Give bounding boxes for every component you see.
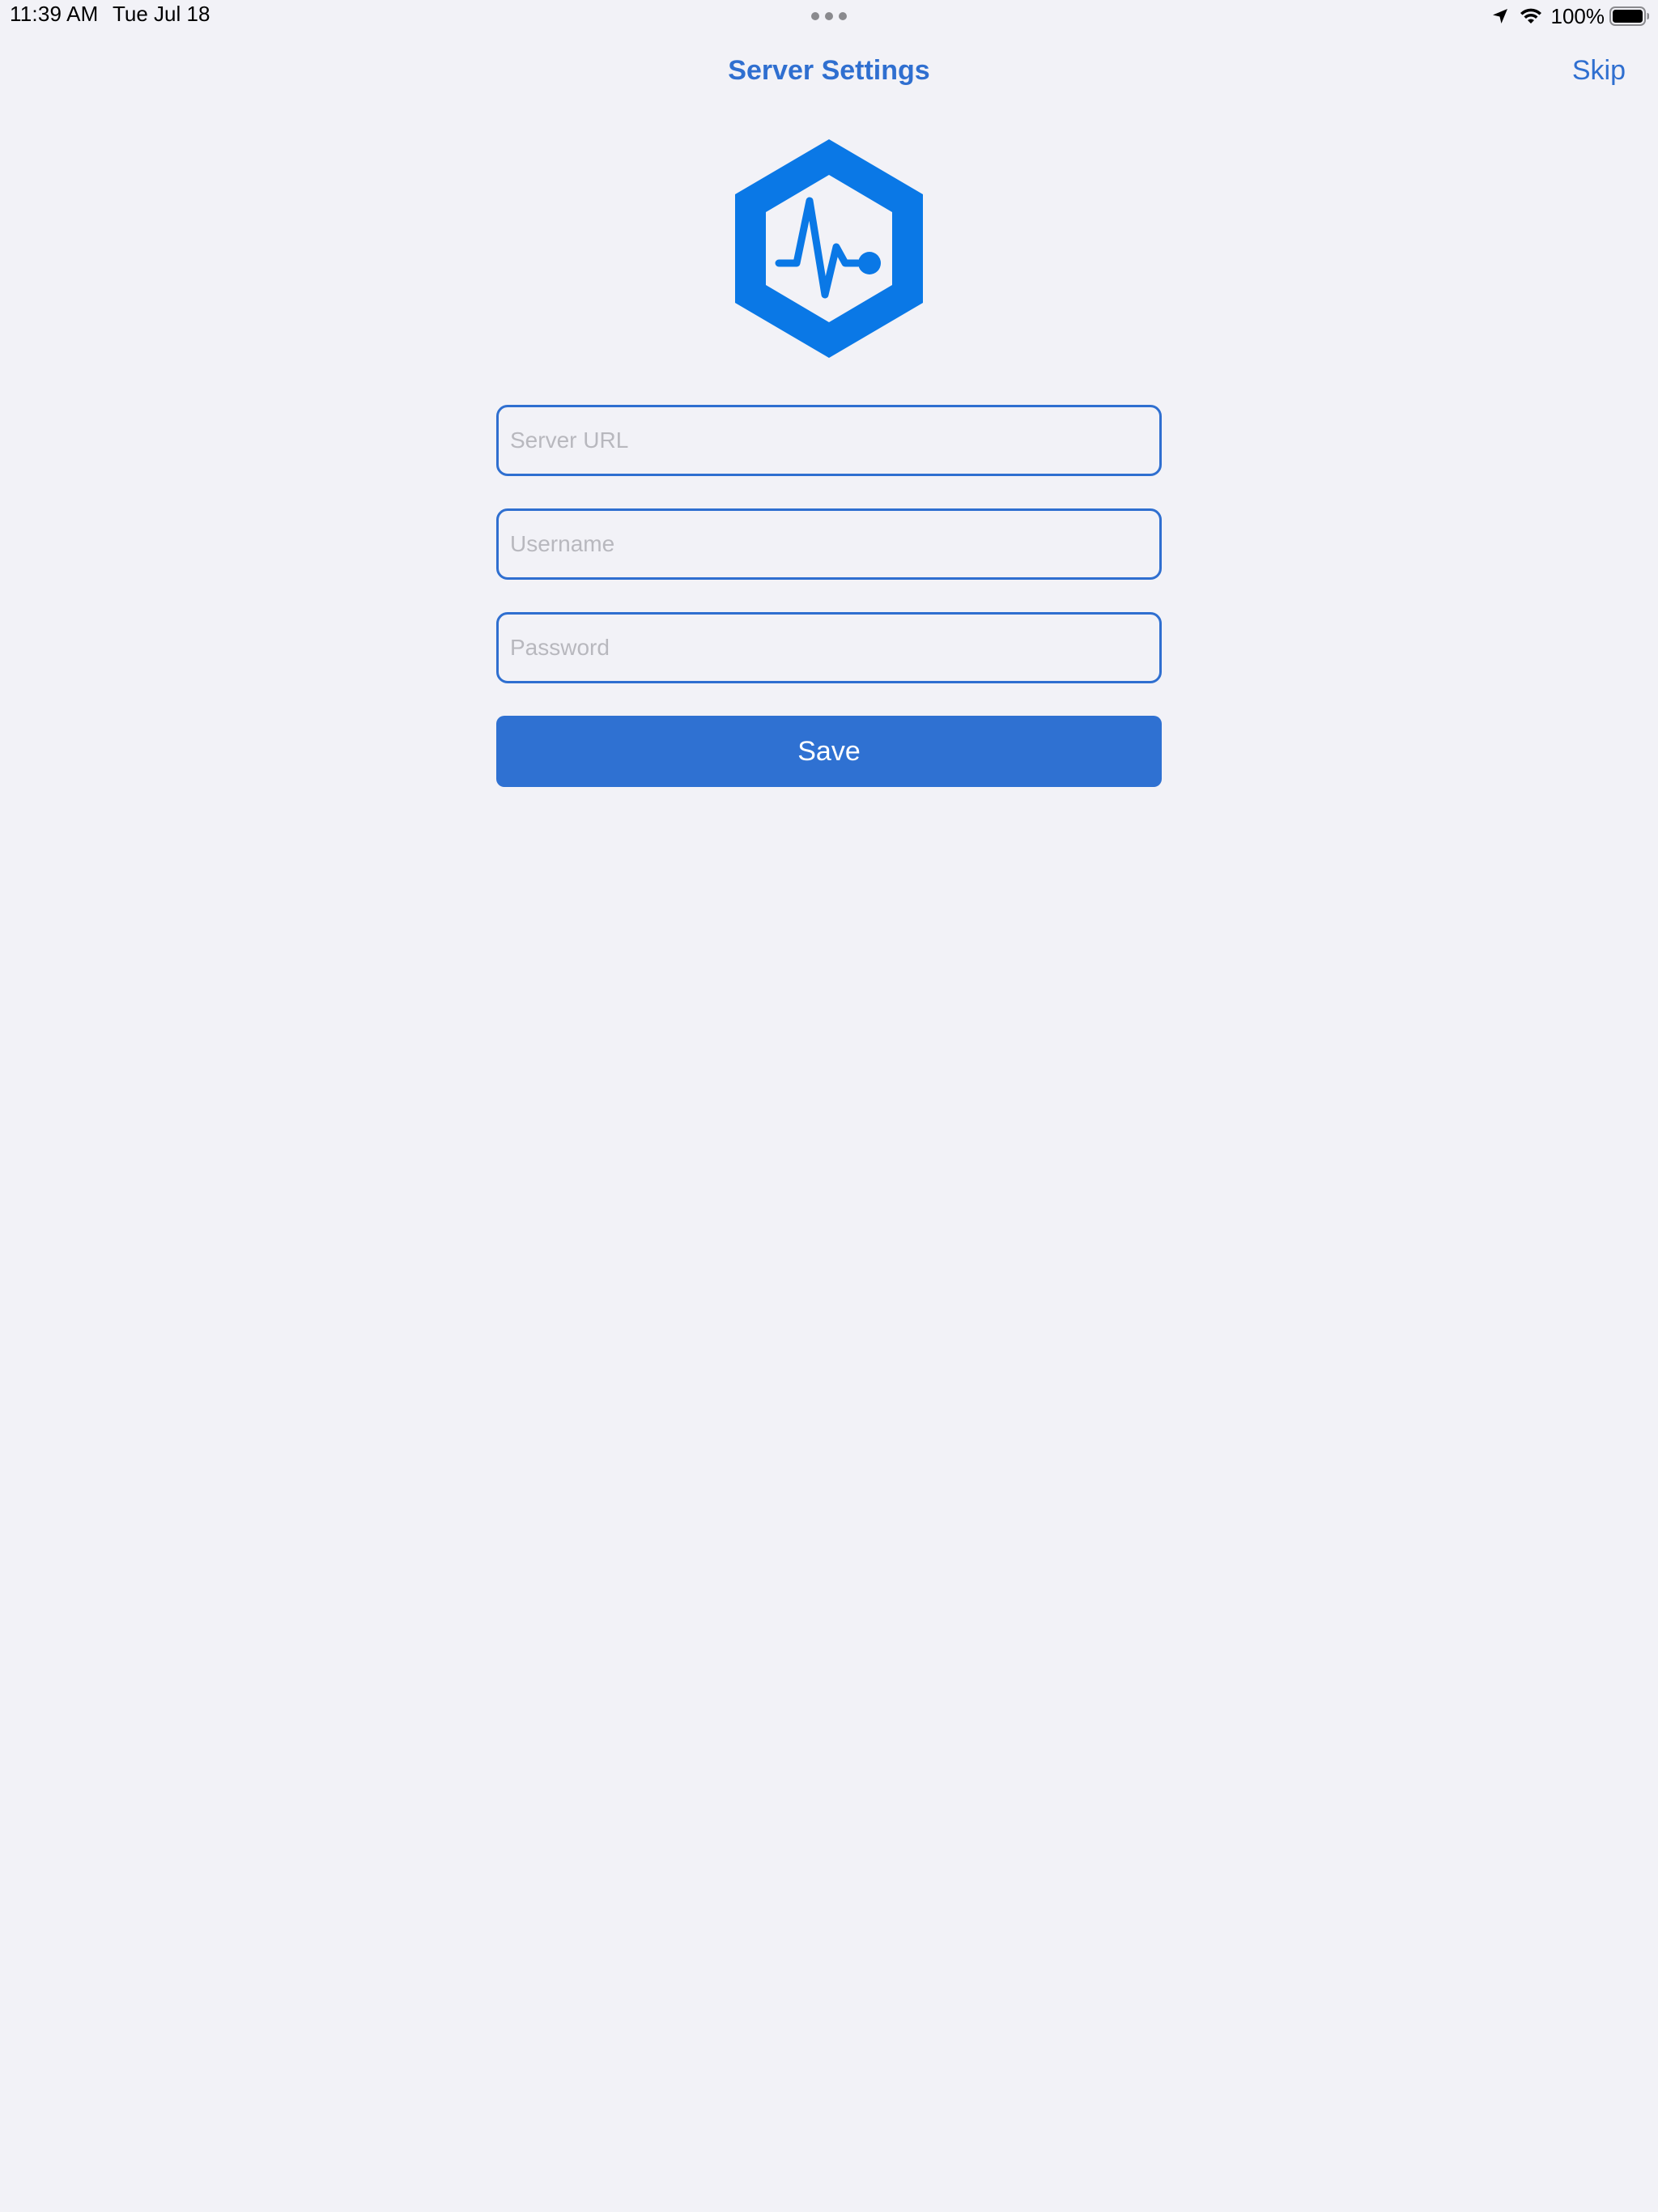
username-input[interactable] bbox=[496, 508, 1162, 580]
page-title: Server Settings bbox=[728, 55, 930, 86]
save-button[interactable]: Save bbox=[496, 716, 1162, 787]
status-time: 11:39 AM bbox=[10, 2, 99, 26]
status-indicators: 100% bbox=[1491, 2, 1651, 31]
skip-button[interactable]: Skip bbox=[1572, 55, 1626, 87]
battery-percentage: 100% bbox=[1550, 3, 1605, 28]
wifi-icon bbox=[1520, 8, 1541, 23]
password-input[interactable] bbox=[496, 612, 1162, 683]
location-arrow-icon bbox=[1492, 9, 1507, 23]
multitasking-dots-icon[interactable] bbox=[811, 11, 847, 21]
server-url-input[interactable] bbox=[496, 405, 1162, 476]
battery-icon bbox=[1609, 6, 1649, 26]
status-bar: 11:39 AM Tue Jul 18 100% bbox=[0, 0, 1658, 32]
server-settings-form: Save bbox=[496, 405, 1162, 787]
hexagon-heartbeat-logo bbox=[735, 139, 923, 358]
navigation-bar: Server Settings Skip bbox=[0, 42, 1658, 104]
status-date: Tue Jul 18 bbox=[113, 2, 210, 26]
